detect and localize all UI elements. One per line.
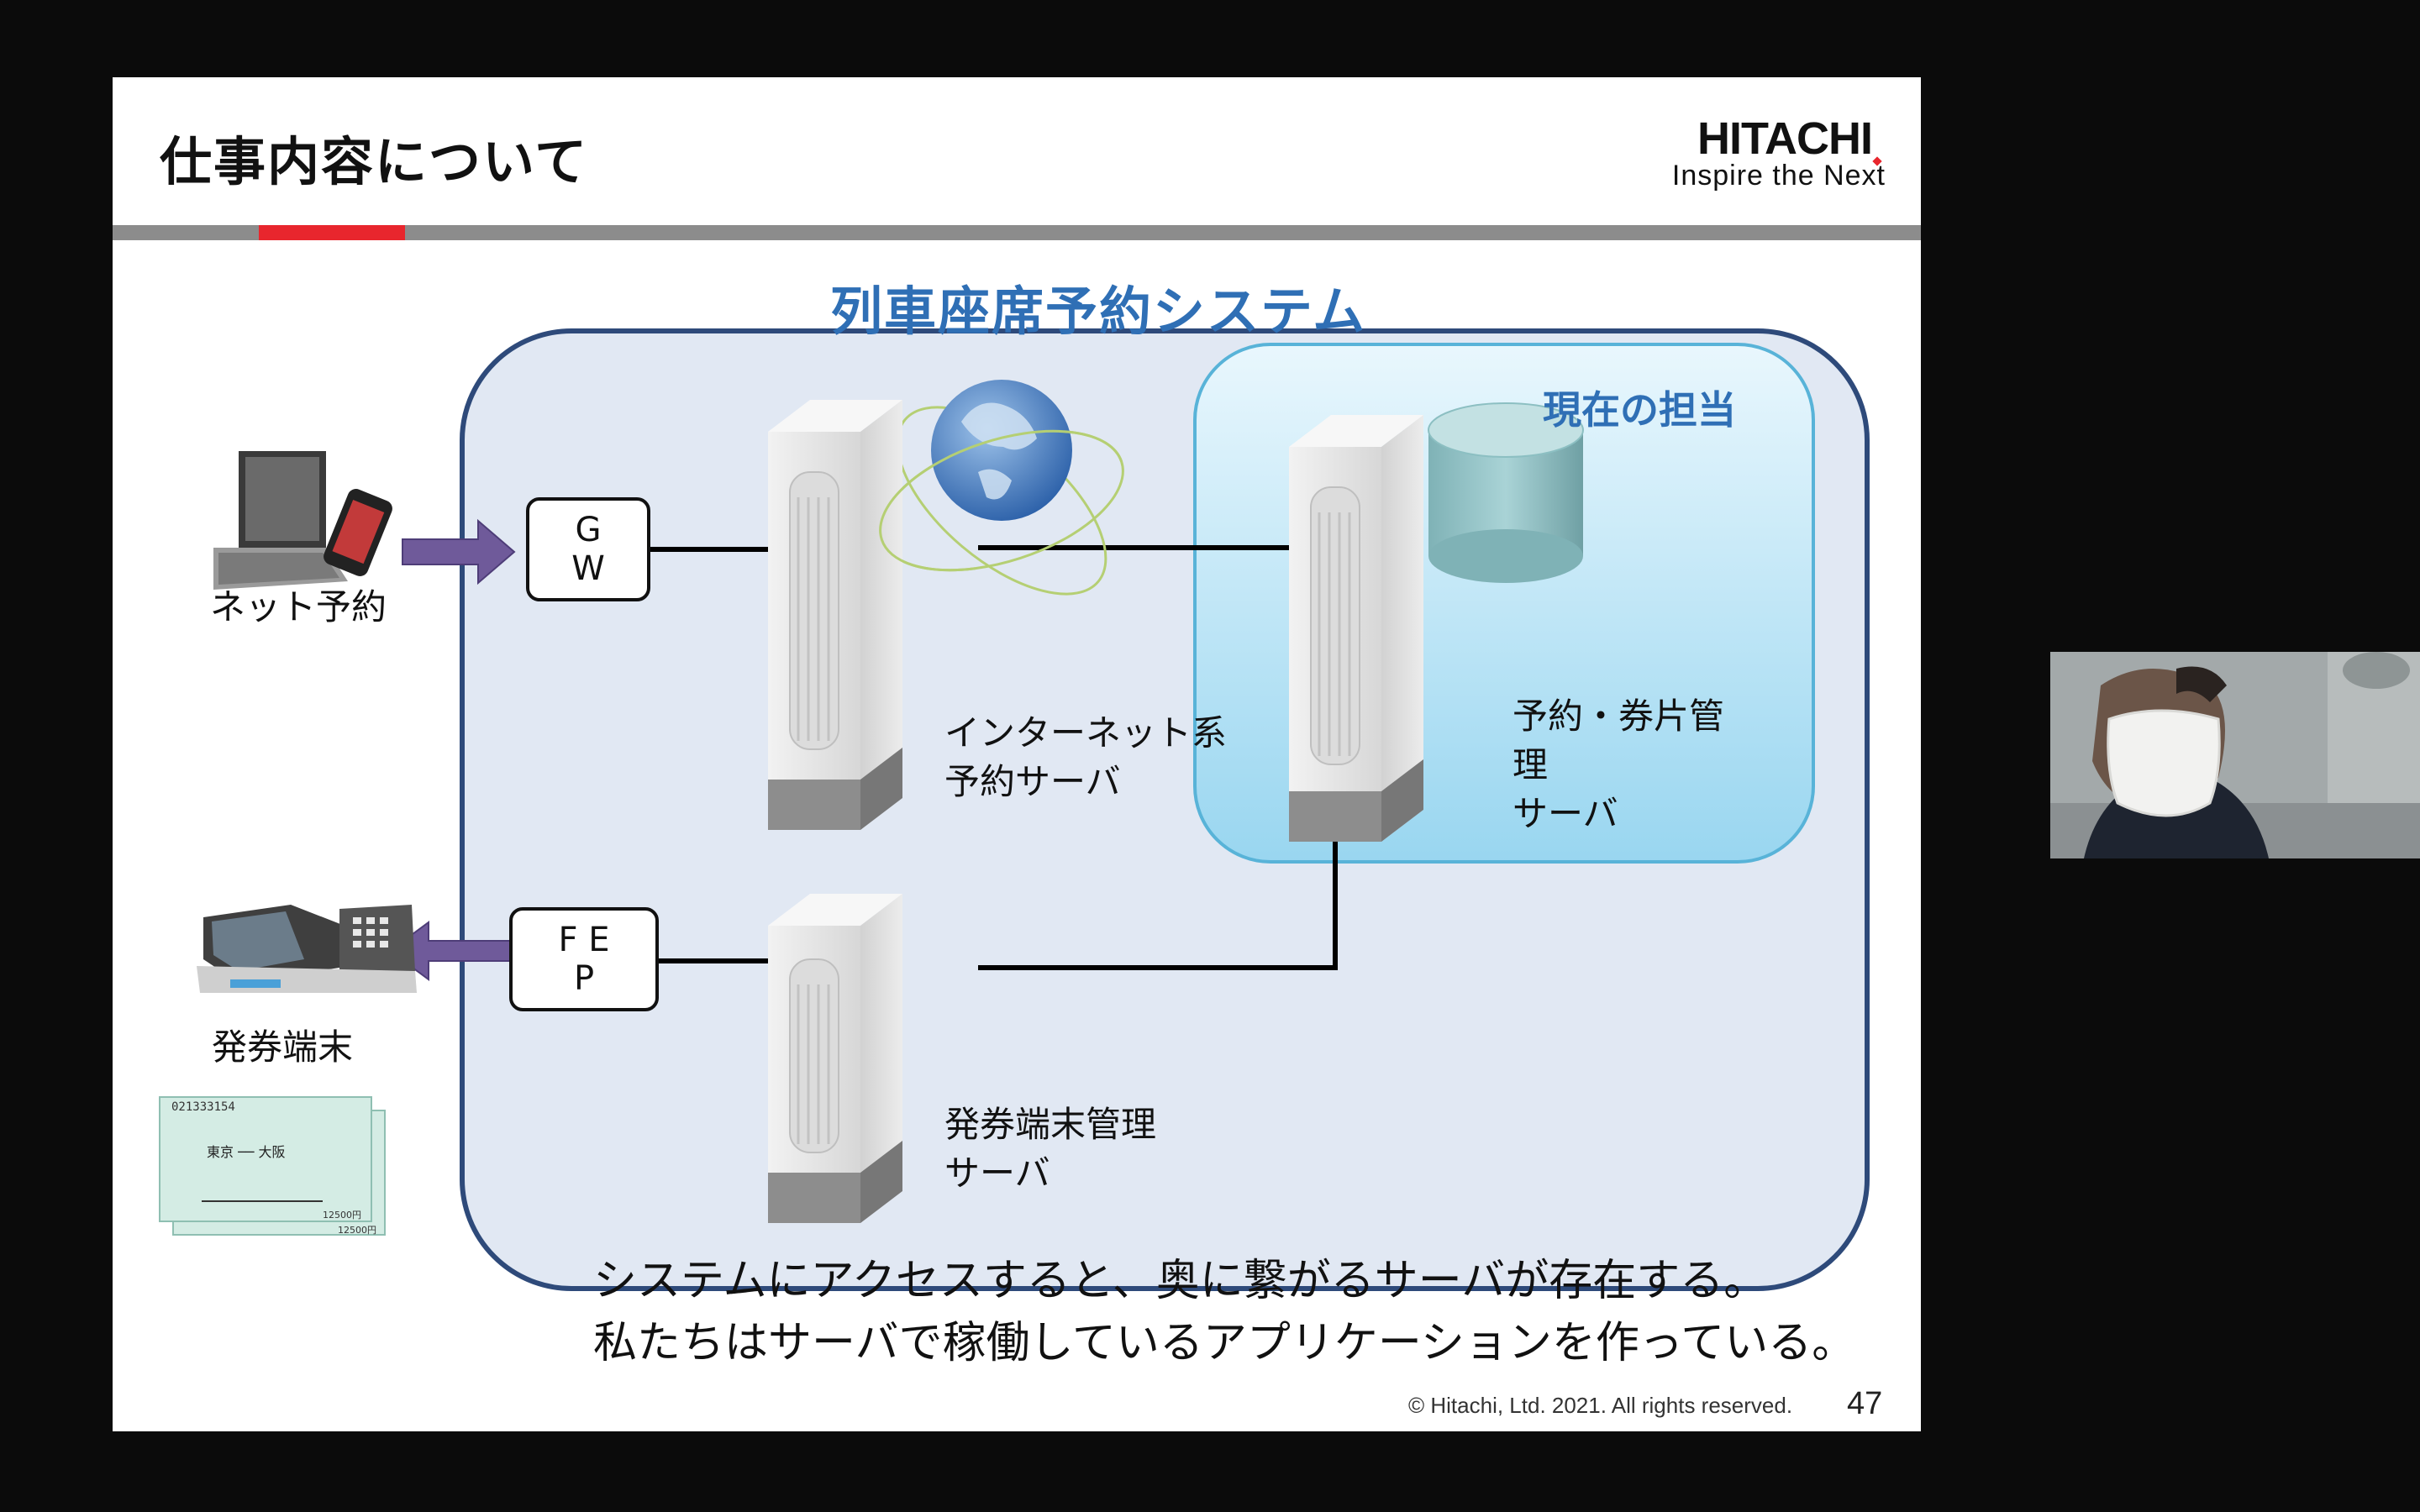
laptop-icon (213, 451, 348, 590)
reservation-server-label-line1: 予約・券片管 (1512, 696, 1725, 737)
presentation-slide: 仕事内容について HITACHI Inspire the Next 列車座席予約… (113, 77, 1921, 1431)
caption-line2: 私たちはサーバで稼働しているアプリケーションを作っている。 (593, 1318, 1856, 1368)
ticket-price: 12500円 (323, 1210, 361, 1221)
terminal-server-label-line1: 発券端末管理 (944, 1104, 1157, 1145)
ticket-number: 021333154 (171, 1100, 235, 1114)
gw-node: G W (526, 497, 650, 601)
internet-globe-icon (931, 380, 1072, 521)
participant-video-tile[interactable] (2050, 652, 2420, 858)
copyright-footer: © Hitachi, Ltd. 2021. All rights reserve… (1408, 1393, 1793, 1418)
gw-node-line1: G (575, 511, 602, 549)
terminal-label: 発券端末 (212, 1026, 354, 1068)
page-number: 47 (1847, 1386, 1883, 1421)
reservation-server-label-line3: サーバ (1512, 793, 1618, 834)
caption-line1: システムにアクセスすると、奥に繋がるサーバが存在する。 (593, 1256, 1768, 1306)
reservation-server-graphic (1289, 415, 1423, 842)
ticket-price-back: 12500円 (338, 1225, 376, 1236)
system-title: 列車座席予約システム (830, 281, 1367, 342)
fep-node: F E P (509, 907, 659, 1011)
ticket-route: 東京 ── 大阪 (207, 1144, 286, 1160)
slide-caption: システムにアクセスすると、奥に繋がるサーバが存在する。 私たちはサーバで稼働して… (593, 1250, 1855, 1374)
terminal-server-graphic (768, 894, 902, 1223)
ticket-terminal-icon (197, 905, 417, 993)
gw-node-line2: W (571, 549, 605, 588)
smartphone-icon (324, 489, 392, 576)
current-responsibility-label: 現在の担当 (1543, 387, 1736, 433)
internet-server-label-line1: インターネット系 (944, 712, 1228, 753)
fep-node-line1: F E (558, 921, 610, 959)
reservation-server-label-line2: 理 (1512, 744, 1549, 785)
terminal-server-label-line2: サーバ (944, 1152, 1050, 1194)
reservation-server-label: 予約・券片管 理 サーバ (1512, 692, 1724, 838)
net-booking-label: ネット予約 (210, 586, 387, 627)
internet-server-graphic (768, 400, 902, 830)
participant-video-frame (2050, 652, 2420, 858)
fep-node-line2: P (573, 959, 595, 998)
internet-server-label-line2: 予約サーバ (944, 761, 1121, 802)
internet-server-label: インターネット系 予約サーバ (944, 709, 1227, 806)
terminal-server-label: 発券端末管理 サーバ (944, 1100, 1156, 1198)
